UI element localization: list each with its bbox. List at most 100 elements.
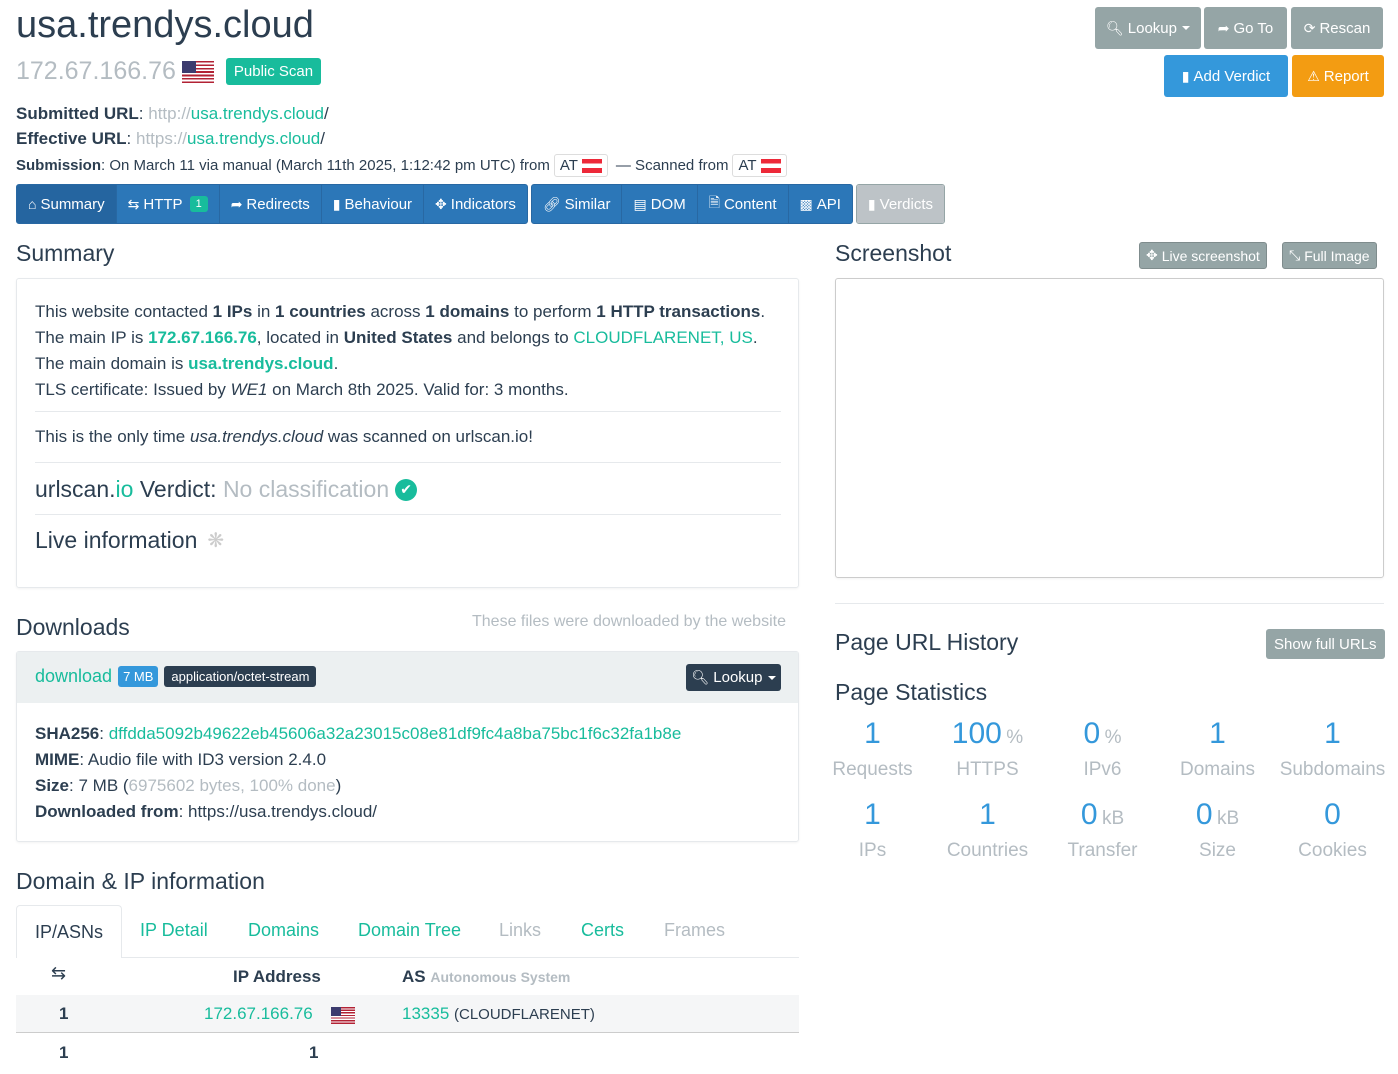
downloads-title: Downloads (16, 614, 130, 640)
check-circle-icon: ✔ (395, 478, 418, 501)
submission-info: Submission: On March 11 via manual (Marc… (16, 154, 787, 177)
report-button[interactable]: ⚠︎ Report (1292, 55, 1384, 97)
comment-icon: ▮ (1181, 67, 1190, 84)
row-ip-link[interactable]: 172.67.166.76 (204, 1004, 313, 1024)
size-badge: 7 MB (118, 666, 159, 687)
tab-domains[interactable]: Domains (248, 905, 319, 956)
history-title: Page URL History (835, 629, 1019, 655)
submission-country: AT (553, 154, 608, 177)
page-title: usa.trendys.cloud (16, 4, 314, 46)
only-scan-note: This is the only time usa.trendys.cloud … (35, 427, 533, 446)
nav-group-verdicts: ▮ Verdicts (855, 184, 945, 224)
stat-size: 0 kB Size (1195, 798, 1240, 861)
lookup-button[interactable]: 🔍︎ Lookup (1095, 7, 1201, 49)
exclamation-circle-icon: ⚠︎ (1307, 67, 1320, 84)
tab-behaviour[interactable]: ▮ Behaviour (322, 185, 425, 223)
stat-requests: 1 Requests (832, 717, 913, 780)
mime-badge: application/octet-stream (164, 666, 317, 687)
tab-ip-detail[interactable]: IP Detail (140, 905, 208, 956)
caret-down-icon (767, 675, 776, 680)
asn-link[interactable]: CLOUDFLARENET, US (573, 328, 752, 347)
exchange-icon: ⇆ (51, 963, 67, 983)
tab-verdicts[interactable]: ▮ Verdicts (856, 185, 944, 223)
qrcode-icon: ▩ (799, 195, 813, 212)
caret-down-icon (1182, 26, 1190, 30)
effective-url: Effective URL: https://usa.trendys.cloud… (16, 129, 325, 148)
spinner-icon: ❋ (207, 530, 225, 552)
tab-frames[interactable]: Frames (664, 905, 725, 956)
crosshairs-icon: ✥ (435, 195, 447, 212)
share-icon: ➦ (230, 195, 243, 212)
sha256-link[interactable]: dffdda5092b49622eb45606a32a23015c08e81df… (109, 724, 682, 743)
link-icon: 🔗︎ (542, 195, 561, 212)
expand-icon: ⤡ (1289, 247, 1301, 263)
add-verdict-button[interactable]: ▮ Add Verdict (1164, 55, 1288, 97)
share-icon: ➦ (1217, 19, 1230, 36)
tab-certs[interactable]: Certs (581, 905, 624, 956)
scan-nav: ⌂ Summary ⇆ HTTP 1 ➦ Redirects ▮ Behaviour ✥ I… (16, 184, 945, 224)
rescan-button[interactable]: ⟳ Rescan (1291, 7, 1383, 49)
stats-title: Page Statistics (835, 679, 988, 705)
table-header: ⇆ IP Address AS Autonomous System (51, 963, 571, 986)
list-icon: ▤ (633, 195, 647, 212)
home-icon: ⌂ (28, 196, 37, 212)
tab-links[interactable]: Links (499, 905, 541, 956)
search-icon: 🔍︎ (1106, 19, 1124, 36)
stat-countries: 1 Countries (946, 798, 1029, 861)
summary-title: Summary (16, 240, 115, 266)
stat-ipv6: 0 % IPv6 (1083, 717, 1122, 780)
main-ip-link[interactable]: 172.67.166.76 (148, 328, 257, 347)
row-asn-link[interactable]: 13335 (402, 1004, 449, 1023)
stat-ips: 1 IPs (858, 798, 887, 861)
main-ip: 172.67.166.76 (16, 57, 176, 85)
goto-button[interactable]: ➦ Go To (1204, 7, 1287, 49)
live-screenshot-button[interactable]: ✥ Live screenshot (1139, 242, 1267, 269)
domain-ip-title: Domain & IP information (16, 868, 265, 894)
comment-icon: ▮ (332, 195, 341, 212)
submitted-url-link[interactable]: usa.trendys.cloud (191, 104, 324, 123)
page-statistics: 1 Requests 100 % HTTPS 0 % IPv6 1 Domains … (815, 717, 1398, 877)
domain-ip-tabs: IP/ASNs IP Detail Domains Domain Tree Li… (16, 905, 799, 958)
stat-domains: 1 Domains (1180, 717, 1255, 780)
tab-http[interactable]: ⇆ HTTP 1 (117, 185, 220, 223)
tab-content[interactable]: 🗎︎ Content (698, 185, 789, 223)
summary-panel: This website contacted 1 IPs in 1 countr… (16, 278, 799, 588)
effective-url-link[interactable]: usa.trendys.cloud (187, 129, 320, 148)
submitted-url: Submitted URL: http://usa.trendys.cloud/ (16, 104, 329, 123)
tab-summary[interactable]: ⌂ Summary (17, 185, 117, 223)
nav-group-primary: ⌂ Summary ⇆ HTTP 1 ➦ Redirects ▮ Behaviour ✥ I… (16, 184, 528, 224)
tab-dom[interactable]: ▤ DOM (622, 185, 698, 223)
live-information: Live information ❋ (35, 527, 225, 553)
table-row: 1 172.67.166.76 13335 (CLOUDFLARENET) (16, 995, 799, 1033)
at-flag-icon (581, 158, 602, 173)
stat-cookies: 0 Cookies (1298, 798, 1367, 861)
downloads-note: These files were downloaded by the websi… (472, 613, 786, 630)
public-scan-badge: Public Scan (225, 58, 322, 85)
full-image-button[interactable]: ⤡ Full Image (1282, 242, 1377, 269)
stat-transfer: 0 kB Transfer (1067, 798, 1138, 861)
comment-icon: ▮ (867, 195, 876, 212)
download-details: SHA256: dffdda5092b49622eb45606a32a23015… (35, 724, 682, 821)
scanned-country: AT (732, 154, 787, 177)
verdict-line: urlscan. io Verdict: No classification ✔ (35, 476, 418, 503)
tab-ip-asns[interactable]: IP/ASNs (16, 905, 123, 958)
tab-indicators[interactable]: ✥ Indicators (424, 185, 527, 223)
crosshairs-icon: ✥ (1146, 247, 1158, 263)
file-icon: 🗎︎ (708, 194, 720, 210)
summary-text: This website contacted 1 IPs in 1 countr… (35, 302, 766, 399)
table-total-row: 1 1 (59, 1043, 319, 1062)
screenshot-title: Screenshot (835, 240, 952, 266)
exchange-icon: ⇆ (127, 195, 140, 212)
nav-group-secondary: 🔗︎ Similar ▤ DOM 🗎︎ Content ▩ API (530, 184, 853, 224)
tab-redirects[interactable]: ➦ Redirects (220, 185, 322, 223)
us-flag-icon (331, 1007, 355, 1025)
main-domain-link[interactable]: usa.trendys.cloud (188, 354, 333, 373)
screenshot-image[interactable] (835, 278, 1384, 578)
tab-api[interactable]: ▩ API (789, 185, 852, 223)
download-link[interactable]: download (35, 666, 112, 687)
tab-similar[interactable]: 🔗︎ Similar (532, 185, 623, 223)
show-full-urls-button[interactable]: Show full URLs (1266, 629, 1385, 659)
at-flag-icon (760, 158, 781, 173)
download-lookup-button[interactable]: 🔍︎ Lookup (686, 664, 781, 691)
tab-domain-tree[interactable]: Domain Tree (358, 905, 461, 956)
